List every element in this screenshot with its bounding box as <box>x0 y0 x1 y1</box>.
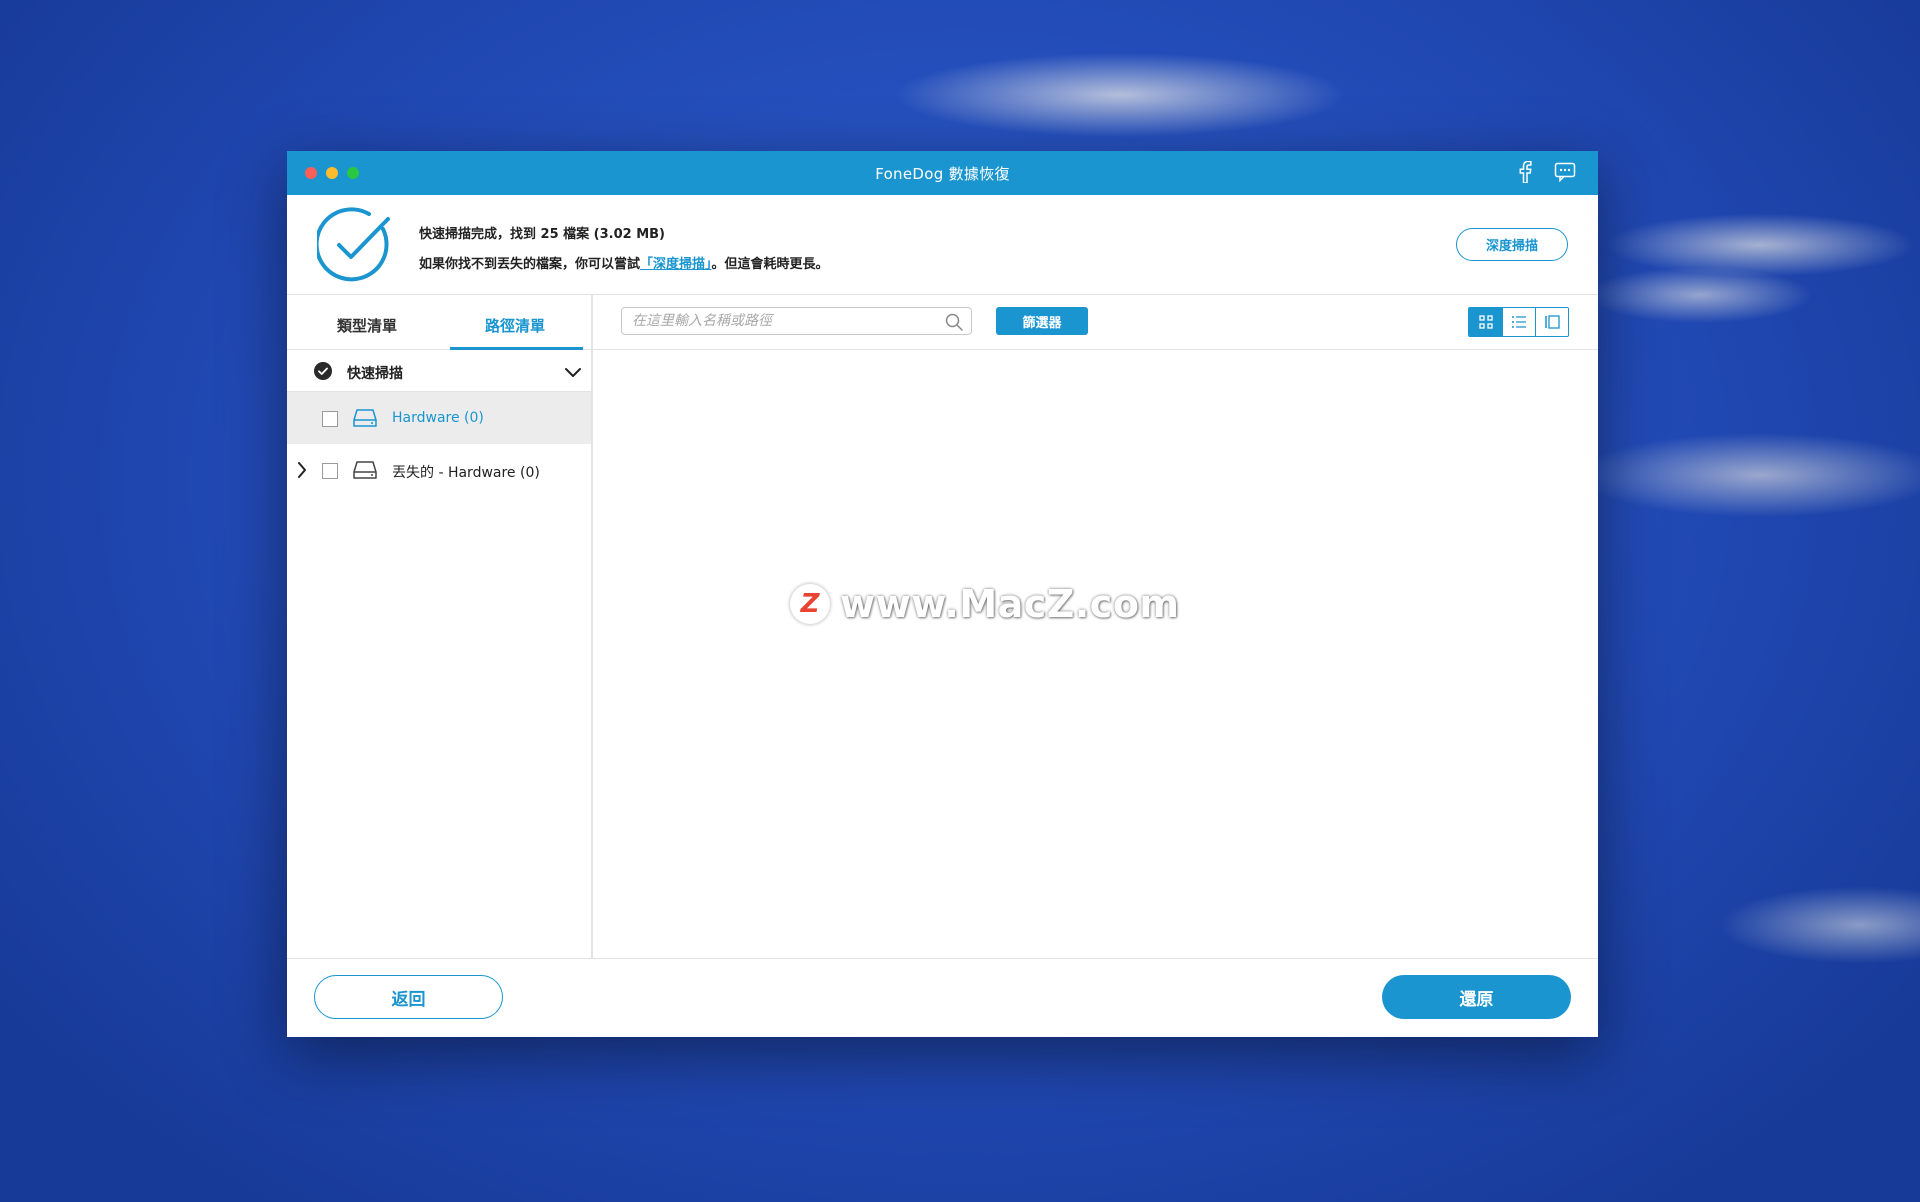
scan-result-text: 快速掃描完成，找到 25 檔案 (3.02 MB) <box>419 227 665 242</box>
tab-path-list[interactable]: 路徑清單 <box>485 315 545 336</box>
tree-item-label: 丟失的 - Hardware (0) <box>392 465 540 481</box>
filter-button[interactable]: 篩選器 <box>996 307 1088 335</box>
watermark-text: www.MacZ.com <box>840 582 1180 626</box>
minimize-window-button[interactable] <box>326 167 338 179</box>
chevron-down-icon[interactable] <box>565 364 581 383</box>
close-window-button[interactable] <box>305 167 317 179</box>
checked-circle-icon[interactable] <box>314 362 332 384</box>
main-area: 類型清單 路徑清單 快速掃描 Hardware (0) 丟失的 - Hardwa… <box>287 295 1598 958</box>
grid-view-icon[interactable] <box>1469 308 1502 336</box>
search-box <box>621 307 972 335</box>
hard-drive-icon <box>353 460 377 484</box>
view-mode-toggle <box>1468 307 1569 337</box>
title-bar: FoneDog 數據恢復 <box>287 151 1598 195</box>
deep-scan-hint-prefix: 如果你找不到丟失的檔案，你可以嘗試 <box>419 257 641 272</box>
search-icon[interactable] <box>945 313 963 335</box>
tree-item-label: Hardware (0) <box>392 410 484 426</box>
file-content-pane: 篩選器 <box>593 295 1598 958</box>
deep-scan-hint: 如果你找不到丟失的檔案，你可以嘗試「深度掃描」。但這會耗時更長。 <box>419 253 829 272</box>
scan-summary: 快速掃描完成，找到 25 檔案 (3.02 MB) 如果你找不到丟失的檔案，你可… <box>287 195 1598 295</box>
hardware-checkbox[interactable] <box>322 411 338 427</box>
tree-item-hardware[interactable]: Hardware (0) <box>287 392 591 444</box>
chevron-right-icon[interactable] <box>297 462 307 482</box>
back-button[interactable]: 返回 <box>314 975 503 1019</box>
window-controls <box>305 167 359 179</box>
column-view-icon[interactable] <box>1535 308 1568 336</box>
footer-bar: 返回 還原 <box>287 958 1598 1037</box>
title-actions <box>1518 161 1576 183</box>
quick-scan-label: 快速掃描 <box>347 366 403 382</box>
list-view-icon[interactable] <box>1502 308 1535 336</box>
deep-scan-button[interactable]: 深度掃描 <box>1456 228 1568 261</box>
window-title: FoneDog 數據恢復 <box>875 164 1010 183</box>
sidebar: 類型清單 路徑清單 快速掃描 Hardware (0) 丟失的 - Hardwa… <box>287 295 593 958</box>
deep-scan-hint-suffix: 。但這會耗時更長。 <box>711 257 829 272</box>
facebook-icon[interactable] <box>1518 161 1532 183</box>
hard-drive-icon <box>353 408 377 432</box>
search-input[interactable] <box>632 308 942 334</box>
maximize-window-button[interactable] <box>347 167 359 179</box>
tab-type-list[interactable]: 類型清單 <box>337 315 397 336</box>
sidebar-tabs: 類型清單 路徑清單 <box>287 295 591 350</box>
restore-button[interactable]: 還原 <box>1382 975 1571 1019</box>
watermark-logo: Z <box>790 584 830 624</box>
deep-scan-link[interactable]: 「深度掃描」 <box>640 257 712 272</box>
quick-scan-group[interactable]: 快速掃描 <box>287 350 591 392</box>
watermark: Z www.MacZ.com <box>790 582 1180 626</box>
lost-hardware-checkbox[interactable] <box>322 463 338 479</box>
content-toolbar: 篩選器 <box>593 295 1598 350</box>
tree-item-lost-hardware[interactable]: 丟失的 - Hardware (0) <box>287 444 591 496</box>
feedback-chat-icon[interactable] <box>1554 162 1576 182</box>
scan-complete-check-icon <box>314 207 395 289</box>
